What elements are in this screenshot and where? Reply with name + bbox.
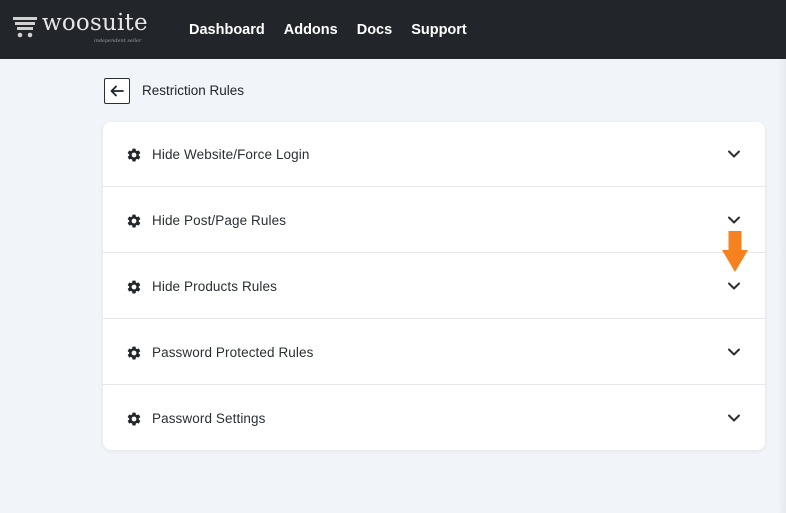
chevron-down-icon[interactable]: [727, 149, 741, 159]
gear-icon: [127, 412, 141, 426]
chevron-down-icon[interactable]: [727, 347, 741, 357]
chevron-down-icon[interactable]: [727, 281, 741, 291]
logo-tagline: independent seller: [94, 38, 142, 44]
woosuite-logo[interactable]: woosuite independent seller: [12, 10, 152, 48]
accordion-row-label: Hide Products Rules: [152, 279, 277, 294]
orange-arrow-annotation-icon: [722, 231, 748, 272]
gear-icon: [127, 346, 141, 360]
nav-support[interactable]: Support: [411, 22, 467, 38]
arrow-left-icon: [110, 85, 124, 97]
scroll-edge: [778, 59, 786, 513]
restriction-rules-accordion: Hide Website/Force Login Hide Post/Page …: [103, 122, 765, 450]
chevron-down-icon[interactable]: [727, 215, 741, 225]
accordion-row-label: Hide Website/Force Login: [152, 147, 310, 162]
main-nav: Dashboard Addons Docs Support: [189, 0, 486, 59]
accordion-row-hide-products[interactable]: Hide Products Rules: [103, 254, 765, 319]
cart-icon: [13, 17, 37, 38]
top-navbar: woosuite independent seller Dashboard Ad…: [0, 0, 786, 59]
nav-dashboard[interactable]: Dashboard: [189, 22, 265, 38]
gear-icon: [127, 148, 141, 162]
accordion-row-hide-post-page[interactable]: Hide Post/Page Rules: [103, 188, 765, 253]
back-button[interactable]: [104, 78, 130, 104]
accordion-row-hide-website[interactable]: Hide Website/Force Login: [103, 122, 765, 187]
gear-icon: [127, 214, 141, 228]
accordion-row-password-settings[interactable]: Password Settings: [103, 386, 765, 450]
nav-addons[interactable]: Addons: [284, 22, 338, 38]
page-title: Restriction Rules: [142, 83, 245, 98]
accordion-row-password-protected[interactable]: Password Protected Rules: [103, 320, 765, 385]
accordion-row-label: Password Protected Rules: [152, 345, 314, 360]
chevron-down-icon[interactable]: [727, 413, 741, 423]
logo-text: woosuite: [42, 10, 148, 36]
accordion-row-label: Hide Post/Page Rules: [152, 213, 287, 228]
accordion-row-label: Password Settings: [152, 411, 266, 426]
nav-docs[interactable]: Docs: [357, 22, 392, 38]
gear-icon: [127, 280, 141, 294]
